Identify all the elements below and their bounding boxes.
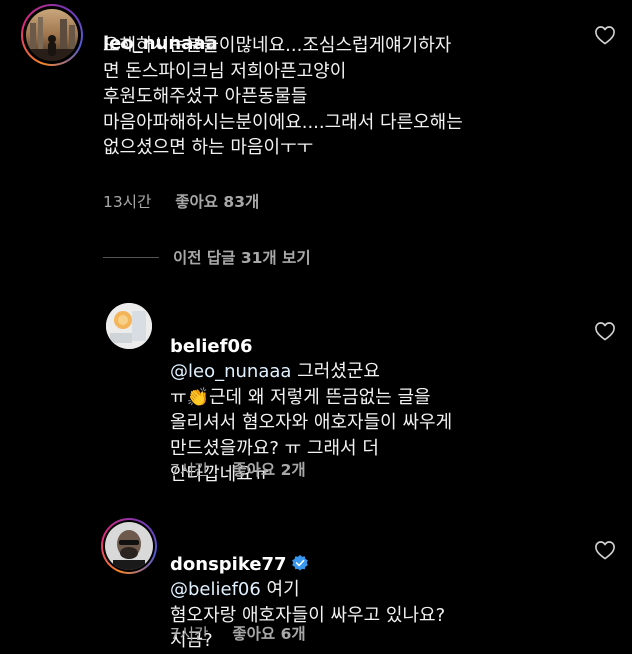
heart-outline-icon[interactable] xyxy=(594,321,616,341)
reply-likes[interactable]: 좋아요 6개 xyxy=(232,625,305,643)
heart-outline-icon[interactable] xyxy=(594,25,616,45)
reply-time: 7시간 xyxy=(170,625,209,643)
avatar[interactable] xyxy=(106,303,152,349)
comment-text: 오해하시는분들이많네요...조심스럽게얘기하자 면 돈스파이크님 저희아픈고양이… xyxy=(103,35,463,159)
avatar-photo xyxy=(26,9,78,61)
comment-time: 13시간 xyxy=(103,193,152,211)
divider-line xyxy=(103,256,159,258)
avatar-photo xyxy=(106,303,152,349)
comment-likes[interactable]: 좋아요 83개 xyxy=(175,193,259,211)
verified-badge-icon xyxy=(291,554,308,571)
avatar[interactable] xyxy=(101,518,157,574)
reply-likes[interactable]: 좋아요 2개 xyxy=(232,461,305,479)
reply-username[interactable]: donspike77 xyxy=(170,554,287,575)
view-previous-replies[interactable]: 이전 답글 31개 보기 xyxy=(103,246,311,268)
view-replies-label[interactable]: 이전 답글 31개 보기 xyxy=(173,246,311,268)
avatar-photo xyxy=(105,522,153,570)
reply-mention[interactable]: @belief06 xyxy=(170,579,261,600)
avatar[interactable] xyxy=(21,4,83,66)
heart-outline-icon[interactable] xyxy=(594,540,616,560)
reply-time: 7시간 xyxy=(170,461,209,479)
reply-username[interactable]: belief06 xyxy=(170,336,253,357)
reply-mention[interactable]: @leo_nunaaa xyxy=(170,361,291,382)
